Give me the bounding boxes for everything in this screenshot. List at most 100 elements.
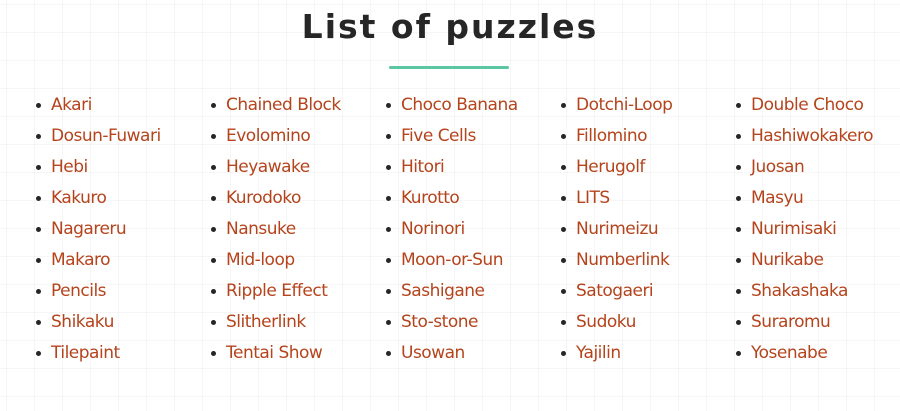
puzzle-link-sudoku[interactable]: Sudoku (576, 312, 636, 332)
list-item: Tentai Show (207, 338, 377, 369)
list-item: Choco Banana (382, 90, 552, 121)
bullet-icon (386, 227, 391, 232)
puzzle-link-fillomino[interactable]: Fillomino (576, 126, 648, 146)
list-item: Sto-stone (382, 307, 552, 338)
puzzle-link-nurikabe[interactable]: Nurikabe (751, 250, 824, 270)
bullet-icon (561, 134, 566, 139)
list-item: Kurotto (382, 183, 552, 214)
bullet-icon (736, 227, 741, 232)
list-item: Akari (32, 90, 202, 121)
list-item: Usowan (382, 338, 552, 369)
list-item: Heyawake (207, 152, 377, 183)
bullet-icon (736, 289, 741, 294)
bullet-icon (561, 103, 566, 108)
puzzle-link-dotchi-loop[interactable]: Dotchi-Loop (576, 95, 673, 115)
puzzle-column-5: Double Choco Hashiwokakero Juosan Masyu … (732, 90, 900, 369)
list-item: Moon-or-Sun (382, 245, 552, 276)
puzzle-link-double-choco[interactable]: Double Choco (751, 95, 864, 115)
list-item: Evolomino (207, 121, 377, 152)
bullet-icon (211, 165, 216, 170)
puzzle-link-sto-stone[interactable]: Sto-stone (401, 312, 478, 332)
puzzle-link-tilepaint[interactable]: Tilepaint (51, 343, 120, 363)
list-item: Slitherlink (207, 307, 377, 338)
bullet-icon (211, 351, 216, 356)
list-item: Hitori (382, 152, 552, 183)
puzzle-link-satogaeri[interactable]: Satogaeri (576, 281, 654, 301)
bullet-icon (561, 227, 566, 232)
puzzle-link-shikaku[interactable]: Shikaku (51, 312, 114, 332)
bullet-icon (36, 103, 41, 108)
list-item: LITS (557, 183, 727, 214)
puzzle-link-numberlink[interactable]: Numberlink (576, 250, 670, 270)
puzzle-link-nurimeizu[interactable]: Nurimeizu (576, 219, 659, 239)
puzzle-link-suraromu[interactable]: Suraromu (751, 312, 831, 332)
puzzle-link-evolomino[interactable]: Evolomino (226, 126, 311, 146)
puzzle-link-ripple-effect[interactable]: Ripple Effect (226, 281, 328, 301)
list-item: Masyu (732, 183, 900, 214)
puzzle-link-masyu[interactable]: Masyu (751, 188, 804, 208)
bullet-icon (561, 165, 566, 170)
bullet-icon (736, 196, 741, 201)
puzzle-link-dosun-fuwari[interactable]: Dosun-Fuwari (51, 126, 161, 146)
bullet-icon (736, 258, 741, 263)
puzzle-link-kurotto[interactable]: Kurotto (401, 188, 460, 208)
list-item: Five Cells (382, 121, 552, 152)
bullet-icon (36, 165, 41, 170)
bullet-icon (211, 134, 216, 139)
list-item: Mid-loop (207, 245, 377, 276)
puzzle-link-pencils[interactable]: Pencils (51, 281, 107, 301)
bullet-icon (36, 258, 41, 263)
bullet-icon (386, 103, 391, 108)
bullet-icon (736, 320, 741, 325)
puzzle-link-chained-block[interactable]: Chained Block (226, 95, 341, 115)
bullet-icon (211, 258, 216, 263)
list-item: Yosenabe (732, 338, 900, 369)
list-item: Tilepaint (32, 338, 202, 369)
bullet-icon (211, 103, 216, 108)
list-item: Shakashaka (732, 276, 900, 307)
bullet-icon (386, 320, 391, 325)
list-item: Makaro (32, 245, 202, 276)
puzzle-link-akari[interactable]: Akari (51, 95, 92, 115)
list-item: Suraromu (732, 307, 900, 338)
puzzle-link-kakuro[interactable]: Kakuro (51, 188, 107, 208)
list-item: Herugolf (557, 152, 727, 183)
bullet-icon (211, 320, 216, 325)
list-item: Dosun-Fuwari (32, 121, 202, 152)
puzzle-link-yosenabe[interactable]: Yosenabe (751, 343, 828, 363)
list-item: Yajilin (557, 338, 727, 369)
list-item: Sudoku (557, 307, 727, 338)
bullet-icon (736, 165, 741, 170)
puzzle-column-3: Choco Banana Five Cells Hitori Kurotto N… (382, 90, 552, 369)
puzzle-link-nagareru[interactable]: Nagareru (51, 219, 127, 239)
puzzle-link-yajilin[interactable]: Yajilin (576, 343, 621, 363)
bullet-icon (386, 289, 391, 294)
puzzle-link-kurodoko[interactable]: Kurodoko (226, 188, 301, 208)
puzzle-link-usowan[interactable]: Usowan (401, 343, 465, 363)
puzzle-link-nansuke[interactable]: Nansuke (226, 219, 296, 239)
puzzle-column-1: Akari Dosun-Fuwari Hebi Kakuro Nagareru … (32, 90, 202, 369)
puzzle-link-mid-loop[interactable]: Mid-loop (226, 250, 295, 270)
puzzle-link-choco-banana[interactable]: Choco Banana (401, 95, 518, 115)
puzzle-link-shakashaka[interactable]: Shakashaka (751, 281, 848, 301)
puzzle-link-hebi[interactable]: Hebi (51, 157, 88, 177)
bullet-icon (386, 351, 391, 356)
puzzle-link-heyawake[interactable]: Heyawake (226, 157, 310, 177)
puzzle-link-nurimisaki[interactable]: Nurimisaki (751, 219, 837, 239)
puzzle-link-norinori[interactable]: Norinori (401, 219, 465, 239)
list-item: Ripple Effect (207, 276, 377, 307)
puzzle-link-herugolf[interactable]: Herugolf (576, 157, 645, 177)
puzzle-link-sashigane[interactable]: Sashigane (401, 281, 485, 301)
puzzle-link-five-cells[interactable]: Five Cells (401, 126, 476, 146)
bullet-icon (386, 134, 391, 139)
puzzle-link-hashiwokakero[interactable]: Hashiwokakero (751, 126, 874, 146)
bullet-icon (36, 196, 41, 201)
list-item: Hebi (32, 152, 202, 183)
puzzle-link-makaro[interactable]: Makaro (51, 250, 111, 270)
puzzle-link-hitori[interactable]: Hitori (401, 157, 445, 177)
puzzle-link-lits[interactable]: LITS (576, 188, 610, 208)
puzzle-link-slitherlink[interactable]: Slitherlink (226, 312, 306, 332)
puzzle-link-juosan[interactable]: Juosan (751, 157, 805, 177)
puzzle-link-moon-or-sun[interactable]: Moon-or-Sun (401, 250, 503, 270)
puzzle-link-tentai-show[interactable]: Tentai Show (226, 343, 323, 363)
